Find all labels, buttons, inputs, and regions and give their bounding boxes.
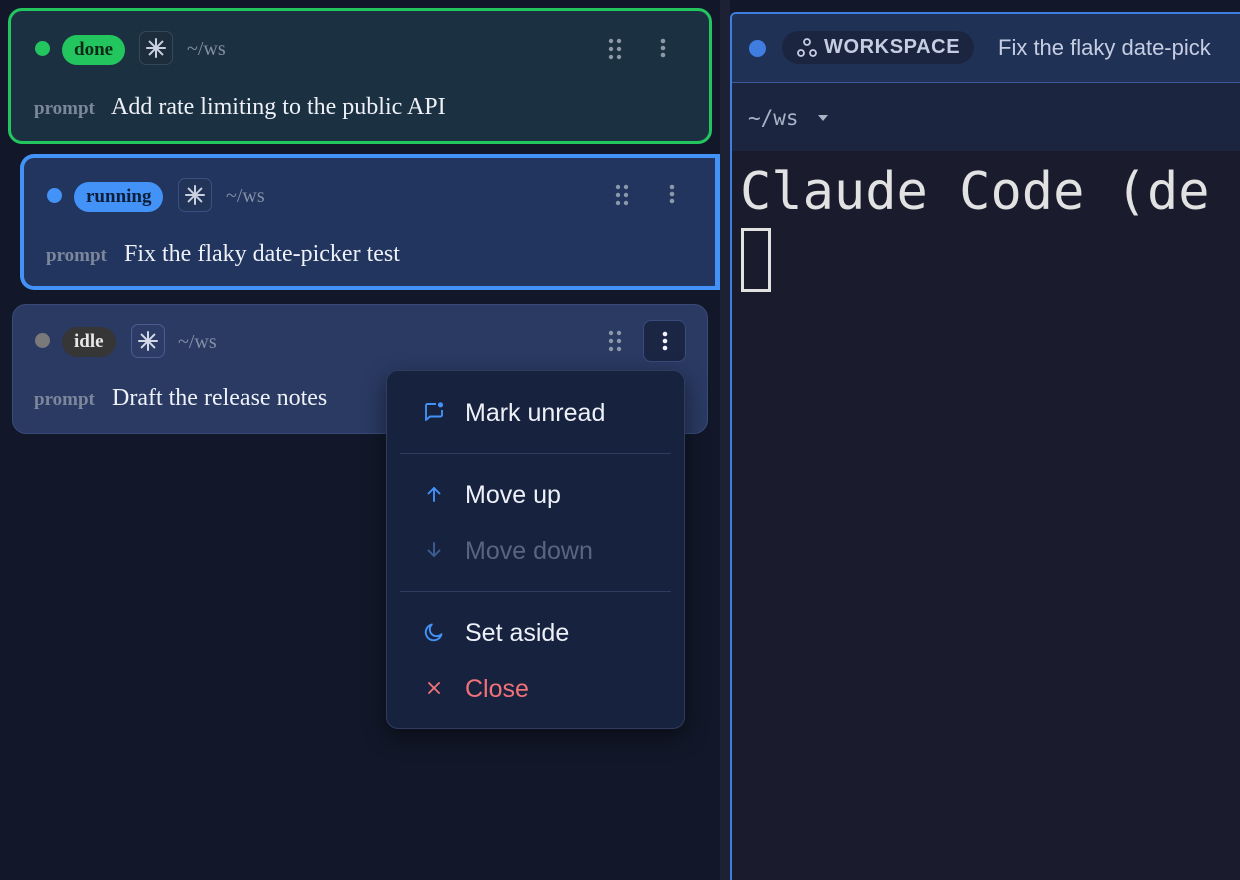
workspace-status-dot [749, 40, 766, 57]
message-unread-icon [425, 402, 444, 421]
path-selector-label: ~/ws [748, 106, 799, 130]
menu-item-mark-unread[interactable]: Mark unread [387, 389, 684, 437]
status-dot [35, 41, 50, 56]
workspace-header: WORKSPACE Fix the flaky date-pick [732, 14, 1240, 83]
terminal-output: Claude Code (de [740, 162, 1210, 222]
menu-item-set-aside[interactable]: Set aside [387, 609, 684, 657]
more-options-button[interactable] [652, 174, 692, 214]
path-selector[interactable]: ~/ws [732, 83, 1240, 151]
menu-divider [400, 453, 671, 454]
menu-item-move-up[interactable]: Move up [387, 471, 684, 519]
asterisk-icon [131, 324, 165, 358]
close-icon [428, 682, 440, 694]
caret-down-icon [818, 115, 828, 121]
status-badge: done [62, 35, 126, 65]
workspace-chip[interactable]: WORKSPACE [782, 31, 975, 64]
prompt-label: prompt [34, 98, 95, 119]
status-badge: idle [62, 327, 116, 357]
kebab-icon [662, 331, 667, 351]
menu-item-label: Move up [465, 481, 561, 509]
session-path: ~/ws [178, 331, 217, 353]
workspace-title: Fix the flaky date-pick [998, 35, 1211, 60]
kebab-icon [669, 184, 675, 204]
kebab-icon [660, 38, 666, 58]
menu-item-move-down: Move down [387, 527, 684, 575]
session-list: done ~/ws prompt Add rate limiting to th… [0, 0, 720, 880]
pane-divider[interactable] [720, 0, 730, 880]
menu-item-label: Move down [465, 537, 593, 565]
more-options-button[interactable] [643, 28, 683, 68]
arrow-down-icon [427, 542, 441, 557]
workspace-pane: WORKSPACE Fix the flaky date-pick ~/ws C… [730, 12, 1240, 880]
prompt-label: prompt [46, 245, 107, 266]
session-card-done[interactable]: done ~/ws prompt Add rate limiting to th… [8, 8, 712, 144]
drag-handle-icon[interactable] [608, 38, 622, 60]
session-context-menu: Mark unread Move up Move down Set aside … [386, 370, 685, 729]
menu-item-label: Mark unread [465, 399, 606, 427]
prompt-text: Fix the flaky date-picker test [124, 241, 400, 267]
workspace-icon [797, 38, 817, 57]
prompt-label: prompt [34, 389, 95, 410]
prompt-text: Draft the release notes [112, 385, 328, 411]
prompt-text: Add rate limiting to the public API [111, 94, 446, 120]
status-dot [47, 188, 62, 203]
session-card-running[interactable]: running ~/ws prompt Fix the flaky date-p… [20, 154, 720, 290]
menu-item-close[interactable]: Close [387, 665, 684, 713]
session-path: ~/ws [187, 38, 226, 60]
asterisk-icon [139, 31, 173, 65]
terminal[interactable]: Claude Code (de [732, 151, 1240, 880]
status-badge: running [74, 182, 164, 212]
menu-item-label: Set aside [465, 619, 570, 647]
moon-icon [424, 623, 443, 642]
drag-handle-icon[interactable] [615, 184, 629, 206]
workspace-chip-label: WORKSPACE [824, 36, 961, 58]
menu-divider [400, 591, 671, 592]
arrow-up-icon [427, 487, 441, 502]
terminal-cursor [741, 228, 771, 292]
menu-item-label: Close [465, 675, 529, 703]
session-path: ~/ws [226, 185, 265, 207]
status-dot [35, 333, 50, 348]
asterisk-icon [178, 178, 212, 212]
drag-handle-icon[interactable] [608, 330, 622, 352]
more-options-button-active[interactable] [643, 320, 686, 362]
